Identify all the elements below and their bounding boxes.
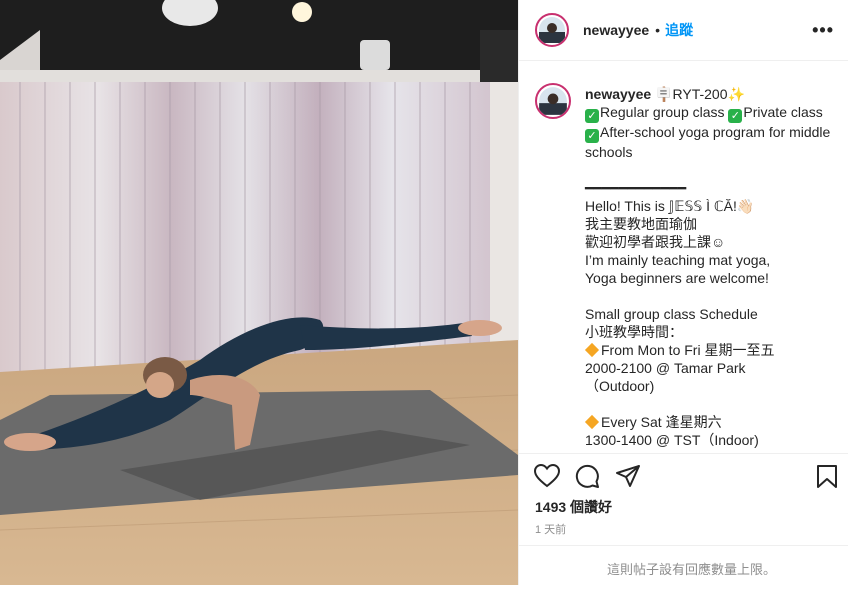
post-timestamp[interactable]: 1 天前 bbox=[535, 521, 566, 537]
share-icon[interactable] bbox=[615, 464, 641, 493]
caption: newayyee 🪧RYT-200✨ ✓ Regular group class … bbox=[535, 83, 835, 449]
avatar[interactable] bbox=[535, 13, 569, 47]
more-options-icon[interactable]: ••• bbox=[812, 20, 834, 41]
post-header: newayyee • 追蹤 ••• bbox=[519, 0, 848, 61]
caption-line: Yoga beginners are welcome! bbox=[585, 270, 769, 286]
caption-line: Every Sat 逢星期六 bbox=[601, 414, 722, 430]
avatar-image bbox=[539, 87, 567, 115]
caption-line: 2000-2100 @ Tamar Park bbox=[585, 360, 746, 376]
yoga-photo bbox=[0, 0, 518, 585]
caption-line: 小班教學時間： bbox=[585, 324, 683, 340]
check-box-icon: ✓ bbox=[585, 129, 599, 143]
caption-line: 🪧RYT-200✨ bbox=[651, 86, 745, 102]
caption-line: I’m mainly teaching mat yoga, bbox=[585, 252, 771, 268]
caption-line: Small group class Schedule bbox=[585, 306, 758, 322]
caption-line: Hello! This is 𝕁𝔼𝕊𝕊 Ì ℂĂ!👋🏻 bbox=[585, 198, 755, 214]
caption-line: 歡迎初學者跟我上課☺︎ bbox=[585, 234, 726, 250]
caption-line: Private class bbox=[743, 104, 823, 120]
check-box-icon: ✓ bbox=[585, 109, 599, 123]
heart-icon[interactable] bbox=[533, 463, 561, 493]
caption-line: 我主要教地面瑜伽 bbox=[585, 216, 697, 232]
caption-avatar[interactable] bbox=[535, 83, 571, 119]
comment-icon[interactable] bbox=[575, 464, 600, 494]
post-photo[interactable] bbox=[0, 0, 518, 585]
caption-line: 1300-1400 @ TST（Indoor) bbox=[585, 432, 759, 448]
comments-disabled-notice: 這則帖子設有回應數量上限。 bbox=[519, 545, 848, 585]
check-box-icon: ✓ bbox=[728, 109, 743, 123]
caption-line: From Mon to Fri 星期一至五 bbox=[601, 342, 775, 358]
username[interactable]: newayyee bbox=[583, 22, 649, 38]
separator-dot: • bbox=[655, 22, 661, 38]
caption-line: Regular group class bbox=[600, 104, 729, 120]
avatar-image bbox=[539, 17, 565, 43]
caption-divider: ━━━━━━━━━━━━ bbox=[585, 180, 687, 196]
likes-count[interactable]: 1493 個讚好 bbox=[535, 497, 612, 517]
post-details-panel: newayyee • 追蹤 ••• newayyee 🪧RYT-200✨ ✓ Re… bbox=[518, 0, 848, 585]
caption-scroll-area[interactable]: newayyee 🪧RYT-200✨ ✓ Regular group class … bbox=[519, 61, 848, 453]
follow-button[interactable]: 追蹤 bbox=[665, 20, 693, 40]
bookmark-icon[interactable] bbox=[816, 464, 838, 494]
orange-diamond-icon bbox=[584, 342, 600, 358]
action-bar bbox=[519, 453, 848, 493]
orange-diamond-icon bbox=[584, 414, 600, 430]
caption-line: After-school yoga program for middle sch… bbox=[585, 124, 835, 160]
caption-username[interactable]: newayyee bbox=[585, 86, 651, 102]
caption-line: （Outdoor) bbox=[585, 378, 655, 394]
caption-text: newayyee 🪧RYT-200✨ ✓ Regular group class … bbox=[584, 85, 835, 449]
